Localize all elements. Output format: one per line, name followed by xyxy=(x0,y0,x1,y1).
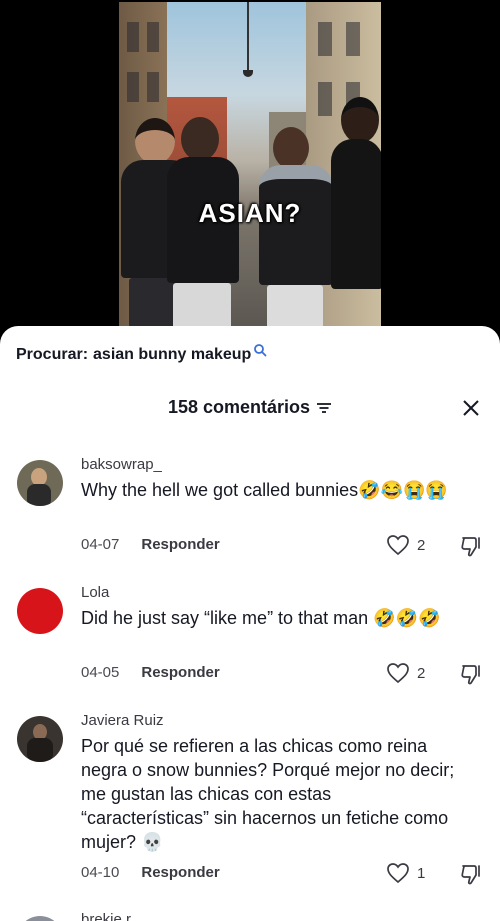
comment-meta: 04-10 Responder xyxy=(81,864,220,881)
dislike-icon[interactable] xyxy=(460,862,484,886)
comment-username[interactable]: Javiera Ruiz xyxy=(81,712,164,729)
comment-date: 04-05 xyxy=(81,664,120,681)
comment-item: Lola Did he just say “like me” to that m… xyxy=(0,584,500,694)
comments-header: 158 comentários xyxy=(0,396,500,426)
reply-button[interactable]: Responder xyxy=(141,864,219,881)
search-icon[interactable] xyxy=(253,343,267,357)
comment-item: brekie r xyxy=(0,910,500,921)
filter-icon[interactable] xyxy=(316,401,332,415)
comment-text: Did he just say “like me” to that man 🤣🤣… xyxy=(81,608,441,628)
person xyxy=(259,127,334,332)
comment-text: Por qué se refieren a las chicas como re… xyxy=(81,736,455,852)
comment-username[interactable]: baksowrap_ xyxy=(81,456,162,473)
comment-meta: 04-05 Responder xyxy=(81,664,220,681)
like-button[interactable]: 2 xyxy=(386,662,425,684)
comment-username[interactable]: Lola xyxy=(81,584,109,601)
comment-date: 04-10 xyxy=(81,864,120,881)
close-icon[interactable] xyxy=(461,398,481,418)
comments-count: 158 comentários xyxy=(168,397,332,418)
avatar[interactable] xyxy=(17,588,63,634)
avatar[interactable] xyxy=(17,460,63,506)
avatar[interactable] xyxy=(17,916,63,921)
search-prefix: Procurar: xyxy=(16,346,89,363)
video-frame[interactable]: ASIAN? xyxy=(119,2,381,332)
like-count: 2 xyxy=(417,664,426,682)
heart-icon xyxy=(387,863,409,884)
reply-button[interactable]: Responder xyxy=(141,536,219,553)
comments-count-label: 158 comentários xyxy=(167,397,311,417)
heart-icon xyxy=(387,535,409,556)
comment-meta: 04-07 Responder xyxy=(81,536,220,553)
comment-text: Why the hell we got called bunnies🤣😂😭😭 xyxy=(81,480,448,500)
like-button[interactable]: 1 xyxy=(386,862,425,884)
comment-date: 04-07 xyxy=(81,536,120,553)
comments-sheet: Procurar: asian bunny makeup 158 comentá… xyxy=(0,326,500,921)
dislike-icon[interactable] xyxy=(460,534,484,558)
like-count: 2 xyxy=(417,536,426,554)
video-caption: ASIAN? xyxy=(198,198,302,228)
comment-item: Javiera Ruiz Por qué se refieren a las c… xyxy=(0,712,500,892)
like-button[interactable]: 2 xyxy=(386,534,425,556)
street-lamp xyxy=(243,70,253,77)
comment-username[interactable]: brekie r xyxy=(81,911,131,921)
heart-icon xyxy=(387,663,409,684)
search-query[interactable]: asian bunny makeup xyxy=(93,346,251,364)
like-count: 1 xyxy=(417,864,426,882)
lamp-wire xyxy=(247,2,249,72)
dislike-icon[interactable] xyxy=(460,662,484,686)
avatar[interactable] xyxy=(17,716,63,762)
video-player[interactable]: ASIAN? xyxy=(0,0,500,340)
reply-button[interactable]: Responder xyxy=(141,664,219,681)
search-suggestion[interactable]: Procurar: asian bunny makeup xyxy=(16,343,267,364)
comment-item: baksowrap_ Why the hell we got called bu… xyxy=(0,456,500,566)
